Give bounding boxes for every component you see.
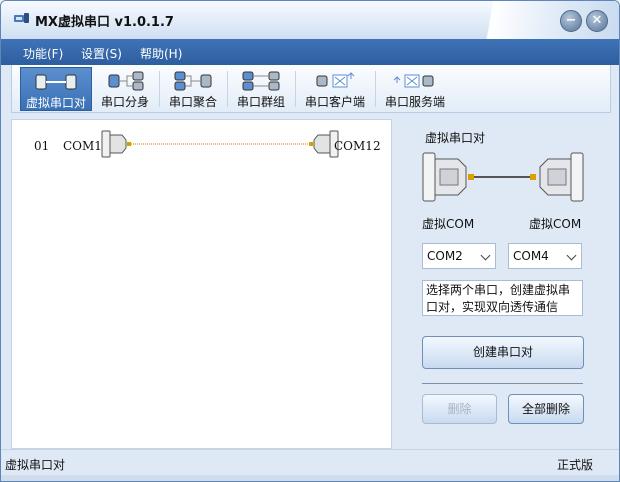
minimize-button[interactable]: − (560, 10, 582, 32)
toolbar-separator (159, 71, 160, 107)
close-button[interactable]: ✕ (586, 10, 608, 32)
tool-port-split[interactable]: 串口分身 (96, 67, 154, 111)
tool-port-group[interactable]: 串口群组 (232, 67, 290, 111)
port-merge-icon (174, 71, 212, 91)
left-virtual-com-label: 虚拟COM (422, 217, 475, 231)
menu-function[interactable]: 功能(F) (23, 45, 63, 62)
menu-settings[interactable]: 设置(S) (81, 45, 122, 62)
tool-port-merge[interactable]: 串口聚合 (164, 67, 222, 111)
serial-port-app-icon (14, 13, 29, 23)
toolbar-separator (375, 71, 376, 107)
chevron-down-icon (480, 250, 491, 261)
delete-button[interactable]: 删除 (422, 394, 497, 424)
tool-virtual-port-pair[interactable]: 虚拟串口对 (20, 67, 92, 111)
pair-index: 01 (34, 139, 50, 153)
right-com-select[interactable]: COM4 (508, 243, 582, 269)
port-pair-list[interactable]: 01 COM11 COM12 (11, 119, 392, 449)
port-server-icon (393, 74, 434, 88)
status-mode: 虚拟串口对 (5, 458, 66, 472)
tool-label: 串口聚合 (168, 95, 217, 109)
window-title: MX虚拟串口 v1.0.1.7 (35, 15, 174, 30)
status-bar: 虚拟串口对 正式版 (1, 449, 619, 475)
toolbar-separator (295, 71, 296, 107)
toolbar: 虚拟串口对 串口分身 串口聚合 串口群组 串口客户端 串口服务端 (11, 65, 611, 113)
status-edition: 正式版 (557, 458, 594, 472)
tool-label: 串口客户端 (304, 95, 365, 109)
pair-right-port: COM12 (334, 139, 381, 153)
delete-all-button[interactable]: 全部删除 (508, 394, 584, 424)
menu-help[interactable]: 帮助(H) (140, 45, 182, 62)
virtual-port-pair-diagram-icon (422, 152, 584, 202)
tool-label: 串口服务端 (384, 95, 445, 109)
app-window: MX虚拟串口 v1.0.1.7 − ✕ 功能(F) 设置(S) 帮助(H) 虚拟… (0, 0, 620, 482)
left-com-select[interactable]: COM2 (422, 243, 496, 269)
tool-port-server[interactable]: 串口服务端 (380, 67, 450, 111)
right-virtual-com-label: 虚拟COM (529, 217, 582, 231)
side-panel: 虚拟串口对 虚拟COM 虚拟COM COM2 COM4 选择两个串口，创建虚拟串… (392, 119, 611, 449)
create-pair-button[interactable]: 创建串口对 (422, 336, 584, 369)
divider (422, 383, 583, 384)
toolbar-separator (227, 71, 228, 107)
port-client-icon (316, 72, 355, 88)
main-area: 01 COM11 COM12 虚拟串口对 虚拟COM 虚拟COM COM2 CO… (11, 119, 611, 449)
tool-port-client[interactable]: 串口客户端 (300, 67, 370, 111)
left-com-value: COM2 (427, 249, 463, 263)
menu-bar: 功能(F) 设置(S) 帮助(H) (1, 39, 619, 65)
port-pair-icon (35, 74, 77, 90)
port-link-icon (101, 130, 339, 158)
right-com-value: COM4 (513, 249, 549, 263)
title-bar: MX虚拟串口 v1.0.1.7 − ✕ (1, 1, 619, 39)
tool-label: 串口分身 (100, 95, 149, 109)
description-text: 选择两个串口，创建虚拟串口对，实现双向透传通信 (422, 280, 583, 316)
tool-label: 虚拟串口对 (25, 96, 86, 110)
port-group-icon (242, 71, 280, 91)
port-split-icon (108, 71, 144, 91)
side-panel-title: 虚拟串口对 (425, 131, 486, 145)
tool-label: 串口群组 (236, 95, 285, 109)
chevron-down-icon (566, 250, 577, 261)
